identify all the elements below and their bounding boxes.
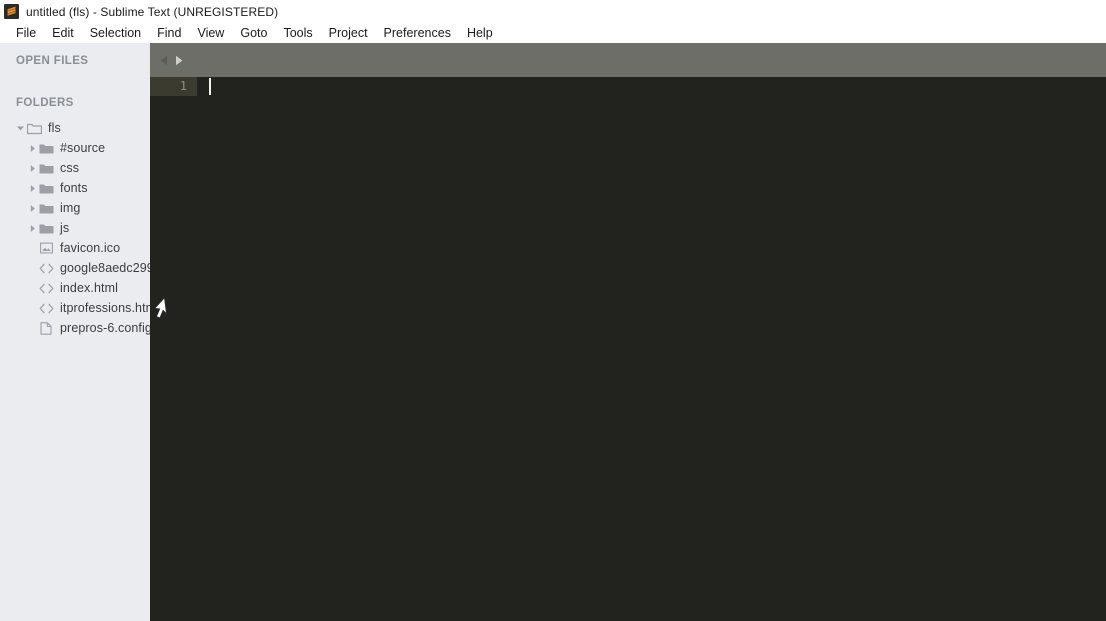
previous-tab-arrow-icon[interactable]: [159, 53, 170, 67]
tree-item-label: google8aedc299: [60, 261, 150, 275]
tree-item-js[interactable]: js: [0, 218, 150, 238]
folder-icon: [38, 198, 54, 218]
menu-item-project[interactable]: Project: [321, 23, 376, 43]
menu-item-view[interactable]: View: [189, 23, 232, 43]
tree-item-label: css: [60, 161, 80, 175]
tree-item-label: favicon.ico: [60, 241, 121, 255]
editor-pane: 1: [150, 43, 1106, 621]
image-file-icon: [38, 238, 54, 258]
menu-item-help[interactable]: Help: [459, 23, 501, 43]
tree-item-google-verification-file[interactable]: google8aedc299: [0, 258, 150, 278]
folder-tree: fls #source css fonts img js favicon.ico…: [0, 118, 150, 338]
tree-item-prepros-config[interactable]: prepros-6.config: [0, 318, 150, 338]
menu-item-find[interactable]: Find: [149, 23, 189, 43]
open-files-header: OPEN FILES: [16, 55, 89, 67]
tree-item-css[interactable]: css: [0, 158, 150, 178]
line-number-gutter: 1: [150, 77, 197, 621]
chevron-right-icon[interactable]: [26, 158, 38, 178]
chevron-right-icon[interactable]: [26, 178, 38, 198]
sublime-text-window: untitled (fls) - Sublime Text (UNREGISTE…: [0, 0, 1106, 621]
tab-bar: [150, 43, 1106, 77]
tree-item-label: fonts: [60, 181, 88, 195]
chevron-right-icon[interactable]: [26, 198, 38, 218]
line-number-1: 1: [150, 77, 197, 96]
tree-item-itprofessions-html[interactable]: itprofessions.htm: [0, 298, 150, 318]
folder-open-icon: [26, 118, 42, 138]
tree-item-source[interactable]: #source: [0, 138, 150, 158]
folder-icon: [38, 218, 54, 238]
tree-item-label: index.html: [60, 281, 118, 295]
menu-item-file[interactable]: File: [8, 23, 44, 43]
title-bar: untitled (fls) - Sublime Text (UNREGISTE…: [0, 0, 1106, 23]
menu-item-goto[interactable]: Goto: [232, 23, 275, 43]
menu-item-tools[interactable]: Tools: [275, 23, 320, 43]
tree-item-label: #source: [60, 141, 106, 155]
next-tab-arrow-icon[interactable]: [173, 53, 184, 67]
tree-item-favicon-ico[interactable]: favicon.ico: [0, 238, 150, 258]
folder-icon: [38, 178, 54, 198]
window-title: untitled (fls) - Sublime Text (UNREGISTE…: [26, 4, 279, 19]
tree-item-label: itprofessions.htm: [60, 301, 150, 315]
chevron-right-icon[interactable]: [26, 218, 38, 238]
menu-bar: File Edit Selection Find View Goto Tools…: [0, 23, 1106, 43]
text-file-icon: [38, 318, 54, 338]
chevron-right-icon[interactable]: [26, 138, 38, 158]
tree-item-img[interactable]: img: [0, 198, 150, 218]
sublime-text-logo-icon: [4, 4, 19, 19]
tree-item-label: img: [60, 201, 81, 215]
folder-icon: [38, 158, 54, 178]
tree-item-label: js: [60, 221, 70, 235]
folders-header: FOLDERS: [16, 97, 74, 109]
code-file-icon: [38, 278, 54, 298]
code-file-icon: [38, 258, 54, 278]
tree-item-fls[interactable]: fls: [0, 118, 150, 138]
tree-item-label: fls: [48, 121, 61, 135]
tree-item-index-html[interactable]: index.html: [0, 278, 150, 298]
code-editing-area[interactable]: [197, 77, 1106, 621]
tree-item-label: prepros-6.config: [60, 321, 150, 335]
tab-navigation: [159, 53, 184, 67]
sidebar: OPEN FILES FOLDERS fls #source css fonts…: [0, 43, 150, 621]
code-file-icon: [38, 298, 54, 318]
menu-item-preferences[interactable]: Preferences: [376, 23, 459, 43]
tree-item-fonts[interactable]: fonts: [0, 178, 150, 198]
folder-icon: [38, 138, 54, 158]
text-caret: [209, 78, 211, 95]
chevron-down-icon[interactable]: [14, 118, 26, 138]
menu-item-edit[interactable]: Edit: [44, 23, 82, 43]
menu-item-selection[interactable]: Selection: [82, 23, 149, 43]
